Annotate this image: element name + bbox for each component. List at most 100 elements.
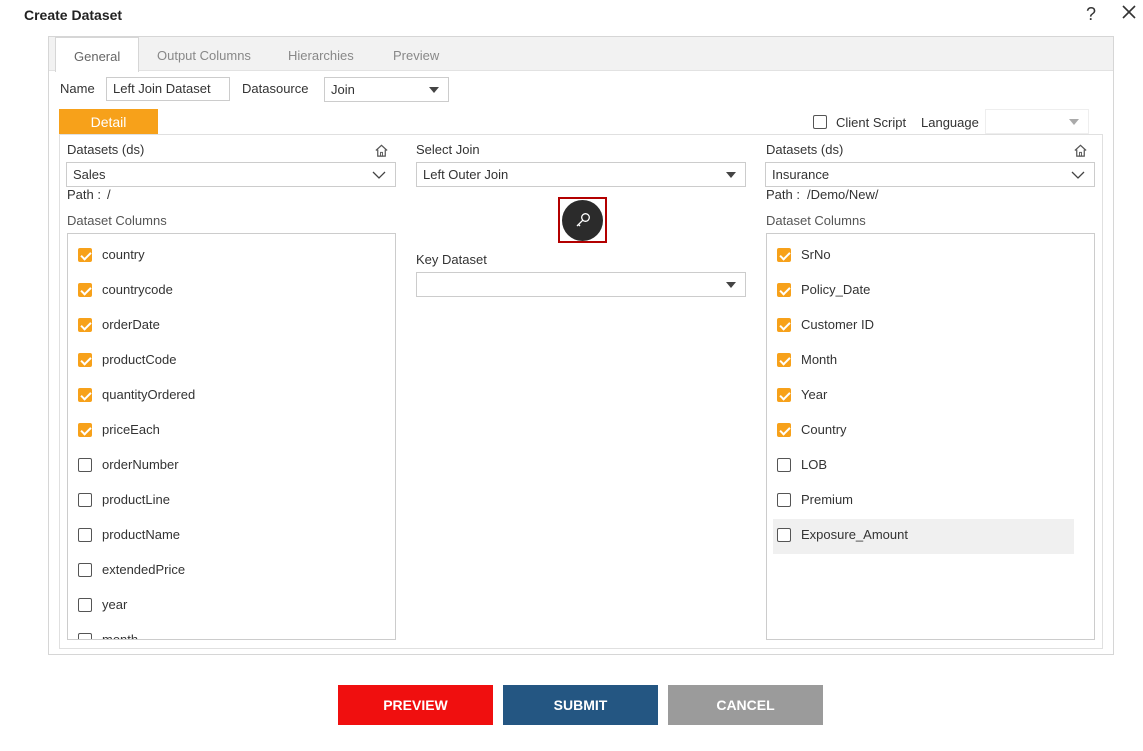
caret-down-icon [429, 87, 439, 93]
column-name: month [102, 632, 139, 640]
column-name: countrycode [102, 282, 173, 297]
list-item[interactable]: Month [767, 344, 1094, 379]
checkbox-checked[interactable] [78, 318, 92, 332]
checkbox[interactable] [777, 458, 791, 472]
left-dataset-select[interactable]: Sales [66, 162, 396, 187]
join-select[interactable]: Left Outer Join [416, 162, 746, 187]
column-name: productLine [102, 492, 170, 507]
right-datasets-label: Datasets (ds) [766, 142, 844, 157]
column-name: Year [801, 387, 828, 402]
checkbox-checked[interactable] [777, 318, 791, 332]
column-name: Premium [801, 492, 854, 507]
list-item[interactable]: Premium [767, 484, 1094, 519]
column-name: Month [801, 352, 838, 367]
cancel-button[interactable]: CANCEL [668, 685, 823, 725]
list-item[interactable]: orderDate [68, 309, 395, 344]
checkbox[interactable] [777, 493, 791, 507]
list-item[interactable]: productLine [68, 484, 395, 519]
chevron-down-icon [1071, 171, 1085, 179]
key-dataset-select[interactable] [416, 272, 746, 297]
list-item[interactable]: extendedPrice [68, 554, 395, 589]
list-item[interactable]: year [68, 589, 395, 624]
tab-preview[interactable]: Preview [375, 37, 457, 71]
detail-tab[interactable]: Detail [59, 109, 158, 135]
tab-output-columns[interactable]: Output Columns [139, 37, 269, 71]
key-dataset-label: Key Dataset [416, 252, 487, 267]
list-item[interactable]: quantityOrdered [68, 379, 395, 414]
language-label: Language [921, 115, 979, 130]
list-item[interactable]: priceEach [68, 414, 395, 449]
close-icon[interactable] [1120, 3, 1138, 21]
list-item[interactable]: LOB [767, 449, 1094, 484]
name-label: Name [60, 81, 95, 96]
checkbox[interactable] [78, 633, 92, 639]
checkbox-checked[interactable] [777, 388, 791, 402]
left-path-label: Path : [67, 187, 101, 202]
checkbox-checked[interactable] [78, 248, 92, 262]
checkbox[interactable] [78, 458, 92, 472]
checkbox[interactable] [78, 598, 92, 612]
preview-button[interactable]: PREVIEW [338, 685, 493, 725]
list-item[interactable]: Customer ID [767, 309, 1094, 344]
datasource-label: Datasource [242, 81, 309, 96]
join-value: Left Outer Join [423, 167, 509, 182]
home-icon[interactable] [374, 143, 389, 158]
checkbox[interactable] [78, 563, 92, 577]
select-join-label: Select Join [416, 142, 480, 157]
checkbox-checked[interactable] [777, 283, 791, 297]
checkbox-checked[interactable] [777, 423, 791, 437]
column-name: LOB [801, 457, 828, 472]
left-columns-list[interactable]: country countrycode orderDate productCode qu… [67, 233, 396, 640]
key-button-circle [562, 200, 603, 241]
home-icon[interactable] [1073, 143, 1088, 158]
list-item[interactable]: Policy_Date [767, 274, 1094, 309]
list-item[interactable]: productName [68, 519, 395, 554]
checkbox-checked[interactable] [777, 353, 791, 367]
list-item[interactable]: country [68, 239, 395, 274]
right-columns-list[interactable]: SrNo Policy_Date Customer ID Month Year Count… [766, 233, 1095, 640]
tab-hierarchies[interactable]: Hierarchies [270, 37, 372, 71]
column-name: Exposure_Amount [801, 527, 908, 542]
column-name: orderNumber [102, 457, 179, 472]
tab-general[interactable]: General [55, 37, 140, 72]
column-name: extendedPrice [102, 562, 186, 577]
right-path-label: Path : [766, 187, 800, 202]
checkbox-checked[interactable] [78, 353, 92, 367]
checkbox[interactable] [78, 493, 92, 507]
column-name: priceEach [102, 422, 160, 437]
client-script-checkbox[interactable] [813, 115, 827, 129]
left-columns-label: Dataset Columns [67, 213, 167, 228]
list-item[interactable]: month [68, 624, 395, 640]
list-item[interactable]: Exposure_Amount [773, 519, 1074, 554]
list-item[interactable]: orderNumber [68, 449, 395, 484]
help-icon[interactable]: ? [1086, 4, 1096, 25]
right-dataset-value: Insurance [772, 167, 830, 182]
checkbox-checked[interactable] [78, 388, 92, 402]
list-item[interactable]: Country [767, 414, 1094, 449]
checkbox-checked[interactable] [777, 248, 791, 262]
column-name: productCode [102, 352, 177, 367]
list-item[interactable]: countrycode [68, 274, 395, 309]
right-dataset-select[interactable]: Insurance [765, 162, 1095, 187]
list-item[interactable]: SrNo [767, 239, 1094, 274]
datasource-select[interactable]: Join [324, 77, 449, 102]
language-select[interactable] [985, 109, 1089, 134]
submit-button[interactable]: SUBMIT [503, 685, 658, 725]
name-input[interactable]: Left Join Dataset [106, 77, 230, 101]
right-path-value: /Demo/New/ [807, 187, 879, 202]
checkbox-checked[interactable] [78, 423, 92, 437]
client-script-label: Client Script [836, 115, 907, 130]
column-name: country [102, 247, 145, 262]
checkbox-checked[interactable] [78, 283, 92, 297]
key-button[interactable] [558, 197, 607, 243]
key-icon [576, 213, 590, 227]
column-name: orderDate [102, 317, 160, 332]
checkbox[interactable] [78, 528, 92, 542]
left-dataset-value: Sales [73, 167, 106, 182]
caret-down-icon [726, 282, 736, 288]
list-item[interactable]: productCode [68, 344, 395, 379]
column-name: quantityOrdered [102, 387, 196, 402]
checkbox[interactable] [777, 528, 791, 542]
chevron-down-icon [372, 171, 386, 179]
list-item[interactable]: Year [767, 379, 1094, 414]
